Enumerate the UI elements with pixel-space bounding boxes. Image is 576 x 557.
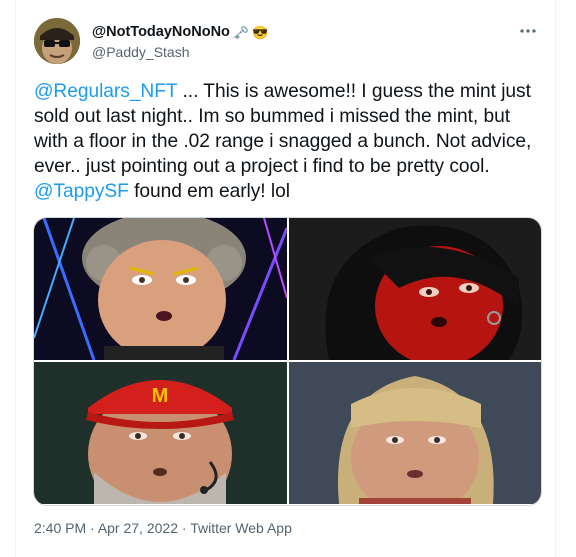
tweet-card: @NotTodayNoNoNo 🗝️ 😎 @Paddy_Stash @Regul… bbox=[15, 0, 556, 557]
author-display-name[interactable]: @NotTodayNoNoNo 🗝️ 😎 bbox=[92, 24, 268, 40]
tweet-source: Twitter Web App bbox=[190, 520, 292, 536]
tweet-text-part-2: found em early! lol bbox=[128, 181, 290, 202]
blonde-bangs-character-image bbox=[289, 362, 541, 504]
mention-tappysf[interactable]: @TappySF bbox=[34, 181, 129, 202]
cap-logo: M bbox=[152, 385, 169, 407]
media-image-1[interactable] bbox=[34, 218, 287, 360]
separator: · bbox=[86, 520, 98, 536]
display-name-text: @NotTodayNoNoNo bbox=[92, 24, 230, 40]
more-options-icon[interactable] bbox=[517, 20, 539, 42]
key-emoji-icon: 🗝️ bbox=[232, 24, 250, 40]
glasses-avatar-icon bbox=[34, 18, 80, 64]
media-image-4[interactable] bbox=[289, 362, 541, 504]
media-image-2[interactable] bbox=[289, 218, 541, 360]
mention-regulars-nft[interactable]: @Regulars_NFT bbox=[34, 81, 177, 102]
separator: · bbox=[177, 520, 191, 536]
author-handle[interactable]: @Paddy_Stash bbox=[92, 44, 190, 60]
red-skin-black-hair-character-image bbox=[289, 218, 541, 360]
tweet-date[interactable]: Apr 27, 2022 bbox=[98, 520, 178, 536]
tweet-metadata: 2:40 PM · Apr 27, 2022 · Twitter Web App bbox=[34, 520, 292, 536]
media-image-3[interactable]: M bbox=[34, 362, 287, 504]
tweet-text: @Regulars_NFT ... This is awesome!! I gu… bbox=[34, 79, 544, 204]
grey-curly-hair-character-image bbox=[34, 218, 287, 360]
author-avatar[interactable] bbox=[34, 18, 80, 64]
media-grid: M bbox=[33, 217, 542, 506]
sunglasses-emoji-icon: 😎 bbox=[252, 24, 269, 40]
red-cap-bearded-character-image: M bbox=[34, 362, 287, 504]
tweet-time[interactable]: 2:40 PM bbox=[34, 520, 86, 536]
